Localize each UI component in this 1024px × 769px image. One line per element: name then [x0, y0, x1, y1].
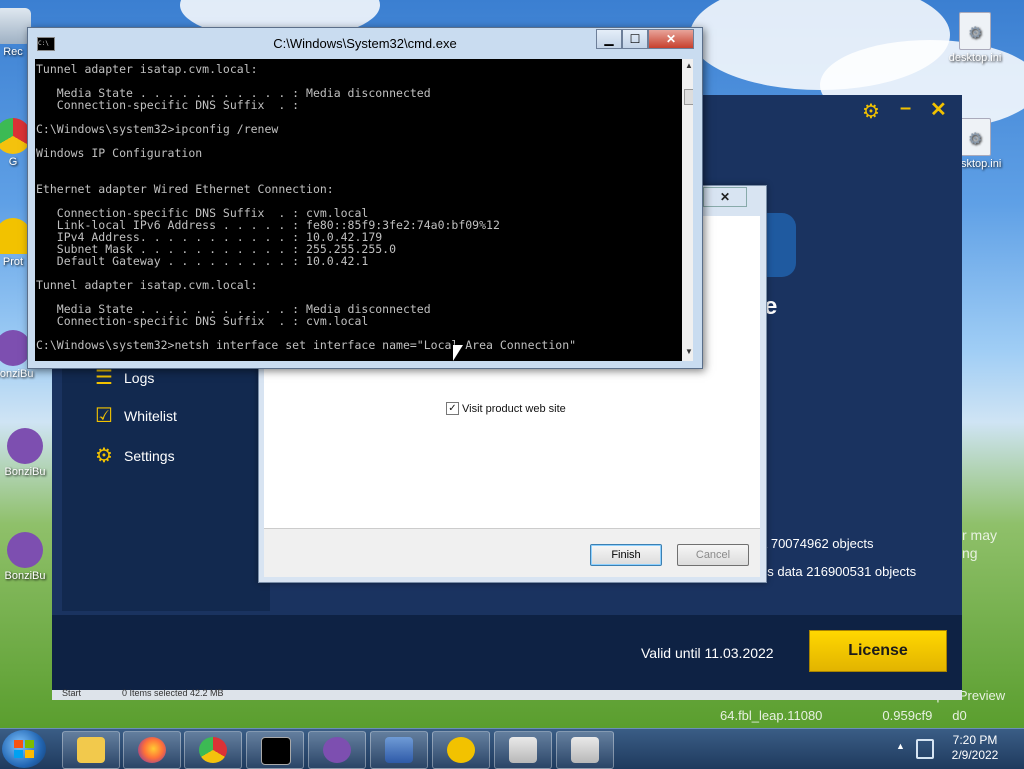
- settings-file-icon: [959, 118, 991, 156]
- taskbar-firefox[interactable]: [123, 731, 181, 769]
- command-prompt-icon: [261, 737, 291, 765]
- terminal-output[interactable]: Tunnel adapter isatap.cvm.local: Media S…: [35, 59, 693, 361]
- database-stat: us data 216900531 objects: [760, 564, 917, 579]
- watermark-line: 0.959cf9: [882, 708, 933, 723]
- taskbar-chrome[interactable]: [184, 731, 242, 769]
- settings-file-icon: [959, 12, 991, 50]
- gear-icon: ⚙: [95, 445, 113, 467]
- nav-item-settings[interactable]: ⚙ Settings: [92, 443, 175, 468]
- status-text: 0 Items selected 42.2 MB: [122, 688, 224, 698]
- close-button[interactable]: ✕: [648, 29, 694, 49]
- watermark-line: r may: [962, 527, 997, 543]
- settings-gear-icon[interactable]: ⚙: [862, 99, 880, 124]
- desktop-icon-label: desktop.ini: [948, 52, 1002, 64]
- checkbox-label: Visit product web site: [462, 402, 566, 415]
- status-text: Start: [62, 688, 82, 698]
- firefox-icon: [138, 737, 166, 763]
- maximize-button[interactable]: ☐: [622, 29, 648, 49]
- mouse-cursor-icon: [453, 345, 463, 361]
- desktop-icon-bonzi[interactable]: BonziBu: [0, 428, 60, 478]
- minimize-icon[interactable]: –: [900, 97, 911, 120]
- desktop-icon-desktop-ini[interactable]: desktop.ini: [940, 12, 1010, 64]
- license-button[interactable]: License: [809, 630, 947, 672]
- cmd-titlebar[interactable]: C:\ C:\Windows\System32\cmd.exe ▁ ☐ ✕: [28, 28, 702, 58]
- taskbar-file-explorer[interactable]: [62, 731, 120, 769]
- scroll-thumb[interactable]: [684, 89, 693, 105]
- nav-item-label: Settings: [124, 447, 175, 464]
- nav-item-whitelist[interactable]: ☑ Whitelist: [92, 403, 177, 428]
- whitelist-icon: ☑: [95, 405, 113, 427]
- watermark-line: 64.fbl_leap.11080: [720, 708, 823, 723]
- watermark-line: ng: [962, 545, 978, 561]
- desktop-icon-label: Prot: [2, 256, 24, 268]
- desktop-icon-bonzi[interactable]: BonziBu: [0, 532, 60, 582]
- license-valid-until: Valid until 11.03.2022: [641, 645, 774, 661]
- taskbar-parking-app[interactable]: [432, 731, 490, 769]
- taskbar-window-app[interactable]: [556, 731, 614, 769]
- taskbar: ▲ 7:20 PM 2/9/2022: [0, 728, 1024, 769]
- folder-icon: [77, 737, 105, 763]
- explorer-status-bar: Start 0 Items selected 42.2 MB: [52, 688, 962, 700]
- window-app-icon: [509, 737, 537, 763]
- windows-logo-icon: [14, 740, 34, 758]
- minimize-button[interactable]: ▁: [596, 29, 622, 49]
- window-app-icon: [571, 737, 599, 763]
- desktop-icon-label: BonziBu: [4, 570, 46, 582]
- desktop-icon-label: BonziBu: [0, 368, 34, 380]
- parking-icon: [447, 737, 475, 763]
- checkbox-box[interactable]: ✓: [446, 402, 459, 415]
- desktop-icon-label: BonziBu: [4, 466, 46, 478]
- clock-time: 7:20 PM: [952, 733, 998, 747]
- system-tray: ▲ 7:20 PM 2/9/2022: [890, 729, 1024, 769]
- finish-button[interactable]: Finish: [590, 544, 662, 566]
- taskbar-bonzibuddy[interactable]: [308, 731, 366, 769]
- scroll-up-icon[interactable]: ▲: [685, 61, 693, 70]
- visit-website-checkbox[interactable]: ✓ Visit product web site: [446, 402, 566, 415]
- database-stat: a 70074962 objects: [760, 536, 874, 551]
- desktop-icon-label: Rec: [3, 46, 23, 58]
- cmd-window: C:\ C:\Windows\System32\cmd.exe ▁ ☐ ✕ Tu…: [27, 27, 703, 369]
- nav-item-label: Logs: [124, 369, 155, 386]
- bonzi-icon: [7, 532, 43, 568]
- dialog-button-bar: Finish Cancel: [264, 528, 760, 577]
- bonzi-icon: [323, 737, 351, 763]
- nav-item-label: Whitelist: [124, 407, 177, 424]
- cancel-button[interactable]: Cancel: [677, 544, 749, 566]
- antivirus-sidebar: ☰ Logs ☑ Whitelist ⚙ Settings: [62, 335, 270, 611]
- watermark-line: d0: [952, 708, 967, 723]
- network-icon[interactable]: [916, 739, 934, 759]
- taskbar-clock[interactable]: 7:20 PM 2/9/2022: [940, 733, 1010, 763]
- scroll-down-icon[interactable]: ▼: [685, 347, 693, 356]
- dialog-close-button[interactable]: ✕: [703, 187, 747, 207]
- taskbar-window-app[interactable]: [494, 731, 552, 769]
- watermark-text: r may ng: [962, 526, 997, 562]
- terminal-scrollbar[interactable]: ▲ ▼: [682, 59, 693, 361]
- close-icon[interactable]: ✕: [930, 97, 947, 122]
- desktop-icon-label: G: [8, 156, 18, 168]
- show-hidden-icons-icon[interactable]: ▲: [896, 741, 905, 751]
- installer-icon: [385, 737, 413, 763]
- taskbar-setup-installer[interactable]: [370, 731, 428, 769]
- taskbar-command-prompt[interactable]: [246, 731, 304, 769]
- clock-date: 2/9/2022: [951, 748, 999, 762]
- terminal-text: Tunnel adapter isatap.cvm.local: Media S…: [36, 62, 577, 352]
- bonzi-icon: [7, 428, 43, 464]
- chrome-icon: [199, 737, 227, 763]
- start-button[interactable]: [2, 730, 46, 768]
